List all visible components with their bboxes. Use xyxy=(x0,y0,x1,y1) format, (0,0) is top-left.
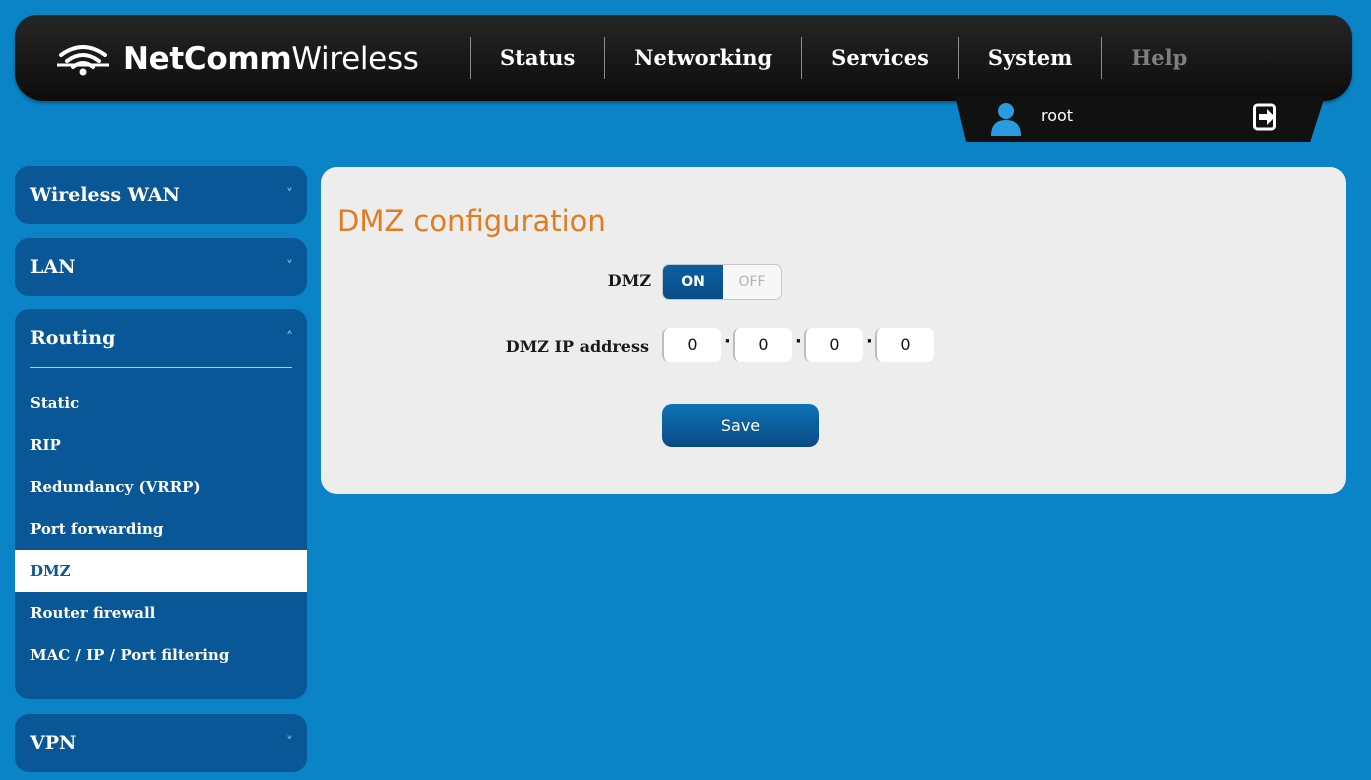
nav-networking[interactable]: Networking xyxy=(604,37,801,79)
brand-name: NetCommWireless xyxy=(123,41,419,77)
ip-octet-3-input[interactable]: 0 xyxy=(804,328,863,362)
nav-status[interactable]: Status xyxy=(470,37,604,79)
sidebar-group-wireless-wan: Wireless WAN ˅ xyxy=(15,166,307,224)
wireless-logo-icon xyxy=(57,45,109,76)
ip-separator: · xyxy=(866,331,873,352)
sidebar-item-router-firewall[interactable]: Router firewall xyxy=(15,592,307,634)
brand-logo[interactable]: NetCommWireless xyxy=(55,39,419,79)
sidebar-item-rip[interactable]: RIP xyxy=(15,424,307,466)
dmz-ip-label: DMZ IP address xyxy=(505,337,649,356)
user-icon xyxy=(991,103,1021,136)
main-nav: Status Networking Services System Help xyxy=(470,37,1216,79)
username: root xyxy=(1041,106,1074,125)
sidebar-item-port-forwarding[interactable]: Port forwarding xyxy=(15,508,307,550)
nav-services[interactable]: Services xyxy=(801,37,958,79)
toggle-off[interactable]: OFF xyxy=(723,265,781,299)
sidebar-item-vpn[interactable]: VPN ˅ xyxy=(15,714,307,772)
save-button[interactable]: Save xyxy=(662,404,819,447)
dmz-toggle[interactable]: ON OFF xyxy=(662,264,782,300)
sidebar-item-lan[interactable]: LAN ˅ xyxy=(15,238,307,296)
dmz-config-panel: DMZ configuration DMZ ON OFF DMZ IP addr… xyxy=(321,167,1346,494)
toggle-on[interactable]: ON xyxy=(663,265,723,299)
sidebar-group-vpn: VPN ˅ xyxy=(15,714,307,772)
sidebar-item-wireless-wan[interactable]: Wireless WAN ˅ xyxy=(15,166,307,224)
dmz-label: DMZ xyxy=(607,271,651,290)
ip-separator: · xyxy=(724,331,731,352)
chevron-down-icon: ˅ xyxy=(286,187,293,203)
sidebar-item-label: Routing xyxy=(30,327,116,349)
page-title: DMZ configuration xyxy=(337,204,606,238)
sidebar-item-redundancy-vrrp[interactable]: Redundancy (VRRP) xyxy=(15,466,307,508)
sidebar-item-label: Wireless WAN xyxy=(30,184,180,206)
ip-separator: · xyxy=(795,331,802,352)
sidebar-item-label: VPN xyxy=(30,732,77,754)
sidebar-item-mac-ip-port-filtering[interactable]: MAC / IP / Port filtering xyxy=(15,634,307,676)
ip-octet-2-input[interactable]: 0 xyxy=(733,328,792,362)
sidebar-item-routing[interactable]: Routing ˄ xyxy=(15,309,307,367)
user-bar: root xyxy=(955,96,1325,142)
nav-system[interactable]: System xyxy=(957,37,1101,79)
top-navigation-bar: NetCommWireless Status Networking Servic… xyxy=(15,15,1352,101)
chevron-down-icon: ˅ xyxy=(286,259,293,275)
chevron-down-icon: ˅ xyxy=(286,735,293,751)
logout-icon[interactable] xyxy=(1253,103,1279,131)
sidebar-item-label: LAN xyxy=(30,256,76,278)
sidebar-group-routing: Routing ˄ Static RIP Redundancy (VRRP) P… xyxy=(15,309,307,699)
chevron-up-icon: ˄ xyxy=(286,330,293,346)
ip-octet-4-input[interactable]: 0 xyxy=(875,328,934,362)
ip-octet-1-input[interactable]: 0 xyxy=(662,328,721,362)
sidebar-item-dmz[interactable]: DMZ xyxy=(15,550,307,592)
nav-help[interactable]: Help xyxy=(1101,37,1216,79)
sidebar-item-static[interactable]: Static xyxy=(15,382,307,424)
sidebar-group-lan: LAN ˅ xyxy=(15,238,307,296)
